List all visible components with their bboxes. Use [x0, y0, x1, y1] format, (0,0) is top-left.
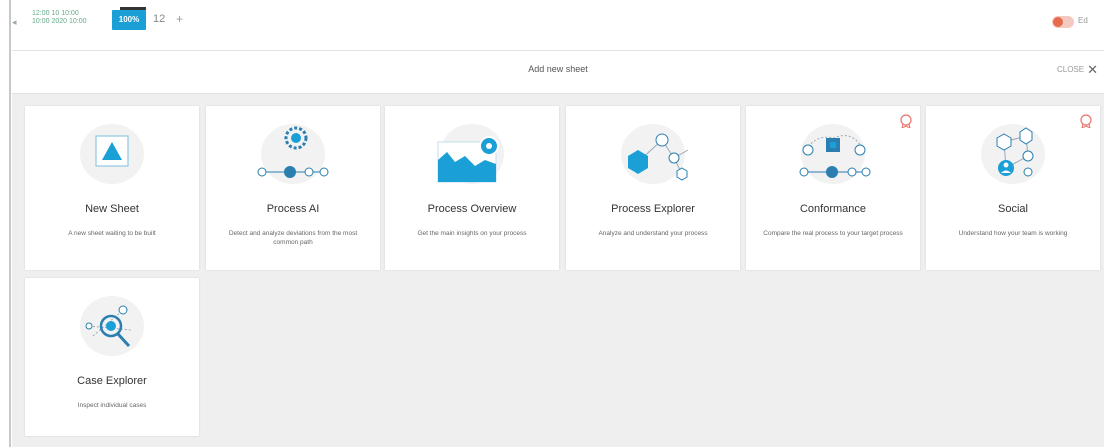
- card-description: A new sheet waiting to be built: [68, 230, 156, 237]
- toggle-label: Ed: [1078, 16, 1088, 25]
- card-description: Analyze and understand your process: [598, 230, 708, 237]
- close-button[interactable]: CLOSE ✕: [1057, 62, 1098, 78]
- sheet-count: 12: [153, 13, 166, 25]
- close-icon: ✕: [1087, 62, 1098, 77]
- card-process-ai[interactable]: Process AI Detect and analyze deviations…: [206, 106, 380, 270]
- process-explorer-icon: [566, 116, 740, 186]
- card-process-explorer[interactable]: Process Explorer Analyze and understand …: [566, 106, 740, 270]
- card-process-overview[interactable]: Process Overview Get the main insights o…: [385, 106, 559, 270]
- case-explorer-icon: [25, 288, 199, 358]
- card-title: Process AI: [266, 203, 320, 215]
- card-new-sheet[interactable]: New Sheet A new sheet waiting to be buil…: [25, 106, 199, 270]
- card-title: Social: [998, 203, 1028, 215]
- left-border: [9, 0, 11, 447]
- date-from: 12:00 10 10:00: [32, 10, 79, 17]
- process-overview-icon: [385, 116, 559, 186]
- date-to: 10:00 2020 10:00: [32, 18, 87, 25]
- card-conformance[interactable]: Conformance Compare the real process to …: [746, 106, 920, 270]
- date-range[interactable]: 12:00 10 10:00 10:00 2020 10:00: [32, 10, 87, 26]
- card-description: Understand how your team is working: [958, 230, 1068, 237]
- card-case-explorer[interactable]: Case Explorer Inspect individual cases: [25, 278, 199, 436]
- card-social[interactable]: Social Understand how your team is worki…: [926, 106, 1100, 270]
- add-sheet-header: Add new sheet CLOSE ✕: [12, 51, 1104, 94]
- card-title: Conformance: [799, 203, 867, 215]
- card-title: Process Explorer: [611, 203, 695, 215]
- zoom-badge[interactable]: 100%: [112, 7, 146, 30]
- card-title: Case Explorer: [77, 375, 147, 387]
- new-sheet-icon: [25, 116, 199, 186]
- close-label: CLOSE: [1056, 65, 1085, 75]
- edit-toggle[interactable]: [1052, 16, 1074, 28]
- card-description: Compare the real process to your target …: [763, 230, 903, 237]
- conformance-icon: [746, 116, 920, 186]
- card-title: Process Overview: [427, 203, 517, 215]
- process-ai-icon: [206, 116, 380, 186]
- social-icon: [926, 116, 1100, 186]
- card-title: New Sheet: [85, 203, 139, 215]
- card-description: Detect and analyze deviations from the m…: [228, 230, 358, 246]
- card-description: Inspect individual cases: [77, 402, 147, 409]
- chevron-left-icon[interactable]: ◂: [12, 17, 17, 28]
- add-sheet-button[interactable]: +: [176, 12, 183, 26]
- page-title: Add new sheet: [528, 64, 588, 74]
- card-description: Get the main insights on your process: [417, 230, 527, 237]
